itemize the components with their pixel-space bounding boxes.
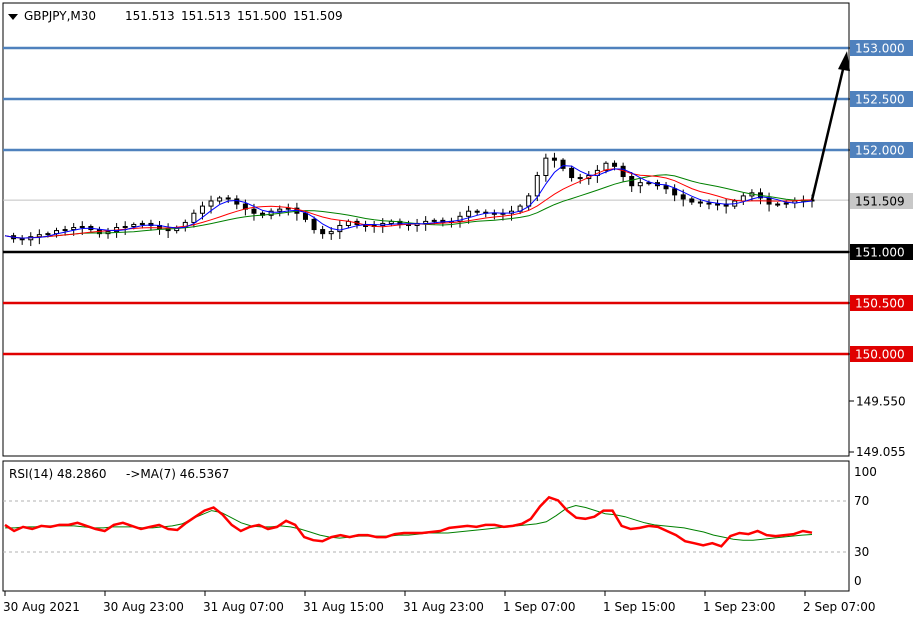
candle-body (217, 197, 223, 202)
candle-body (680, 194, 686, 200)
candle-body (629, 176, 635, 187)
candle-body (337, 224, 343, 233)
candle-body (19, 238, 25, 241)
rsi-ma-title: ->MA(7) 46.5367 (126, 467, 229, 481)
candle-body (543, 157, 549, 177)
time-label-2: 31 Aug 07:00 (203, 600, 284, 614)
candle-body (139, 222, 145, 225)
candle-body (71, 227, 77, 231)
candle-body (328, 231, 334, 235)
candle-body (706, 202, 712, 205)
candle-body (646, 182, 652, 185)
price-tag-150000-label: 150.000 (855, 348, 905, 362)
trading-chart[interactable]: GBPJPY,M30 151.513 151.513 151.500 151.5… (0, 0, 922, 625)
candle-body (122, 226, 128, 229)
price-tag-153000-label: 153.000 (855, 42, 905, 56)
candle-body (689, 198, 695, 203)
candle-body (783, 202, 789, 205)
candle-body (302, 212, 308, 220)
candle-body (663, 185, 669, 190)
candle-body (251, 208, 257, 214)
time-label-1: 30 Aug 23:00 (103, 600, 184, 614)
candle-body (491, 212, 497, 215)
low-value: 151.500 (237, 9, 287, 23)
time-label-0: 30 Aug 2021 (3, 600, 80, 614)
candle-body (569, 167, 575, 179)
time-label-3: 31 Aug 15:00 (303, 600, 384, 614)
candle-body (551, 157, 557, 161)
time-label-7: 1 Sep 23:00 (703, 600, 775, 614)
candle-body (225, 197, 231, 200)
candle-body (431, 219, 437, 222)
price-tag-current-label: 151.509 (855, 195, 905, 209)
price-tag-152500-label: 152.500 (855, 93, 905, 107)
time-label-8: 2 Sep 07:00 (803, 600, 875, 614)
candle-body (131, 223, 137, 228)
candle-body (775, 203, 781, 206)
open-value: 151.513 (125, 9, 175, 23)
rsi-tick-70: 70 (854, 494, 869, 508)
candle-body (320, 229, 326, 235)
candle-body (285, 207, 291, 210)
price-tag-151000-label: 151.000 (855, 246, 905, 260)
price-label-149055: 149.055 (856, 445, 906, 459)
time-label-6: 1 Sep 15:00 (603, 600, 675, 614)
symbol-label: GBPJPY,M30 (24, 9, 96, 23)
candle-body (191, 212, 197, 223)
candle-body (612, 162, 618, 167)
candle-body (45, 233, 51, 236)
rsi-tick-30: 30 (854, 545, 869, 559)
price-tag-152000-label: 152.000 (855, 144, 905, 158)
candle-body (672, 188, 678, 196)
close-value: 151.509 (293, 9, 343, 23)
time-label-4: 31 Aug 23:00 (403, 600, 484, 614)
candle-body (637, 182, 643, 187)
candle-body (534, 175, 540, 197)
candle-body (697, 201, 703, 204)
candle-body (740, 195, 746, 202)
candle-body (208, 200, 214, 207)
rsi-tick-100: 100 (854, 465, 877, 479)
candle-body (277, 208, 283, 212)
price-label-149550: 149.550 (856, 395, 906, 409)
price-tag-150500-label: 150.500 (855, 297, 905, 311)
rsi-title: RSI(14) 48.2860 (9, 467, 107, 481)
candle-body (79, 226, 85, 229)
candle-body (36, 234, 42, 238)
candle-body (62, 229, 68, 232)
candle-body (577, 177, 583, 180)
candle-body (234, 198, 240, 205)
candle-body (311, 218, 317, 231)
rsi-tick-0: 0 (854, 574, 862, 588)
time-label-5: 1 Sep 07:00 (503, 600, 575, 614)
high-value: 151.513 (181, 9, 231, 23)
candle-body (715, 203, 721, 206)
candle-body (474, 210, 480, 213)
candle-body (199, 205, 205, 214)
candle-body (466, 210, 472, 217)
